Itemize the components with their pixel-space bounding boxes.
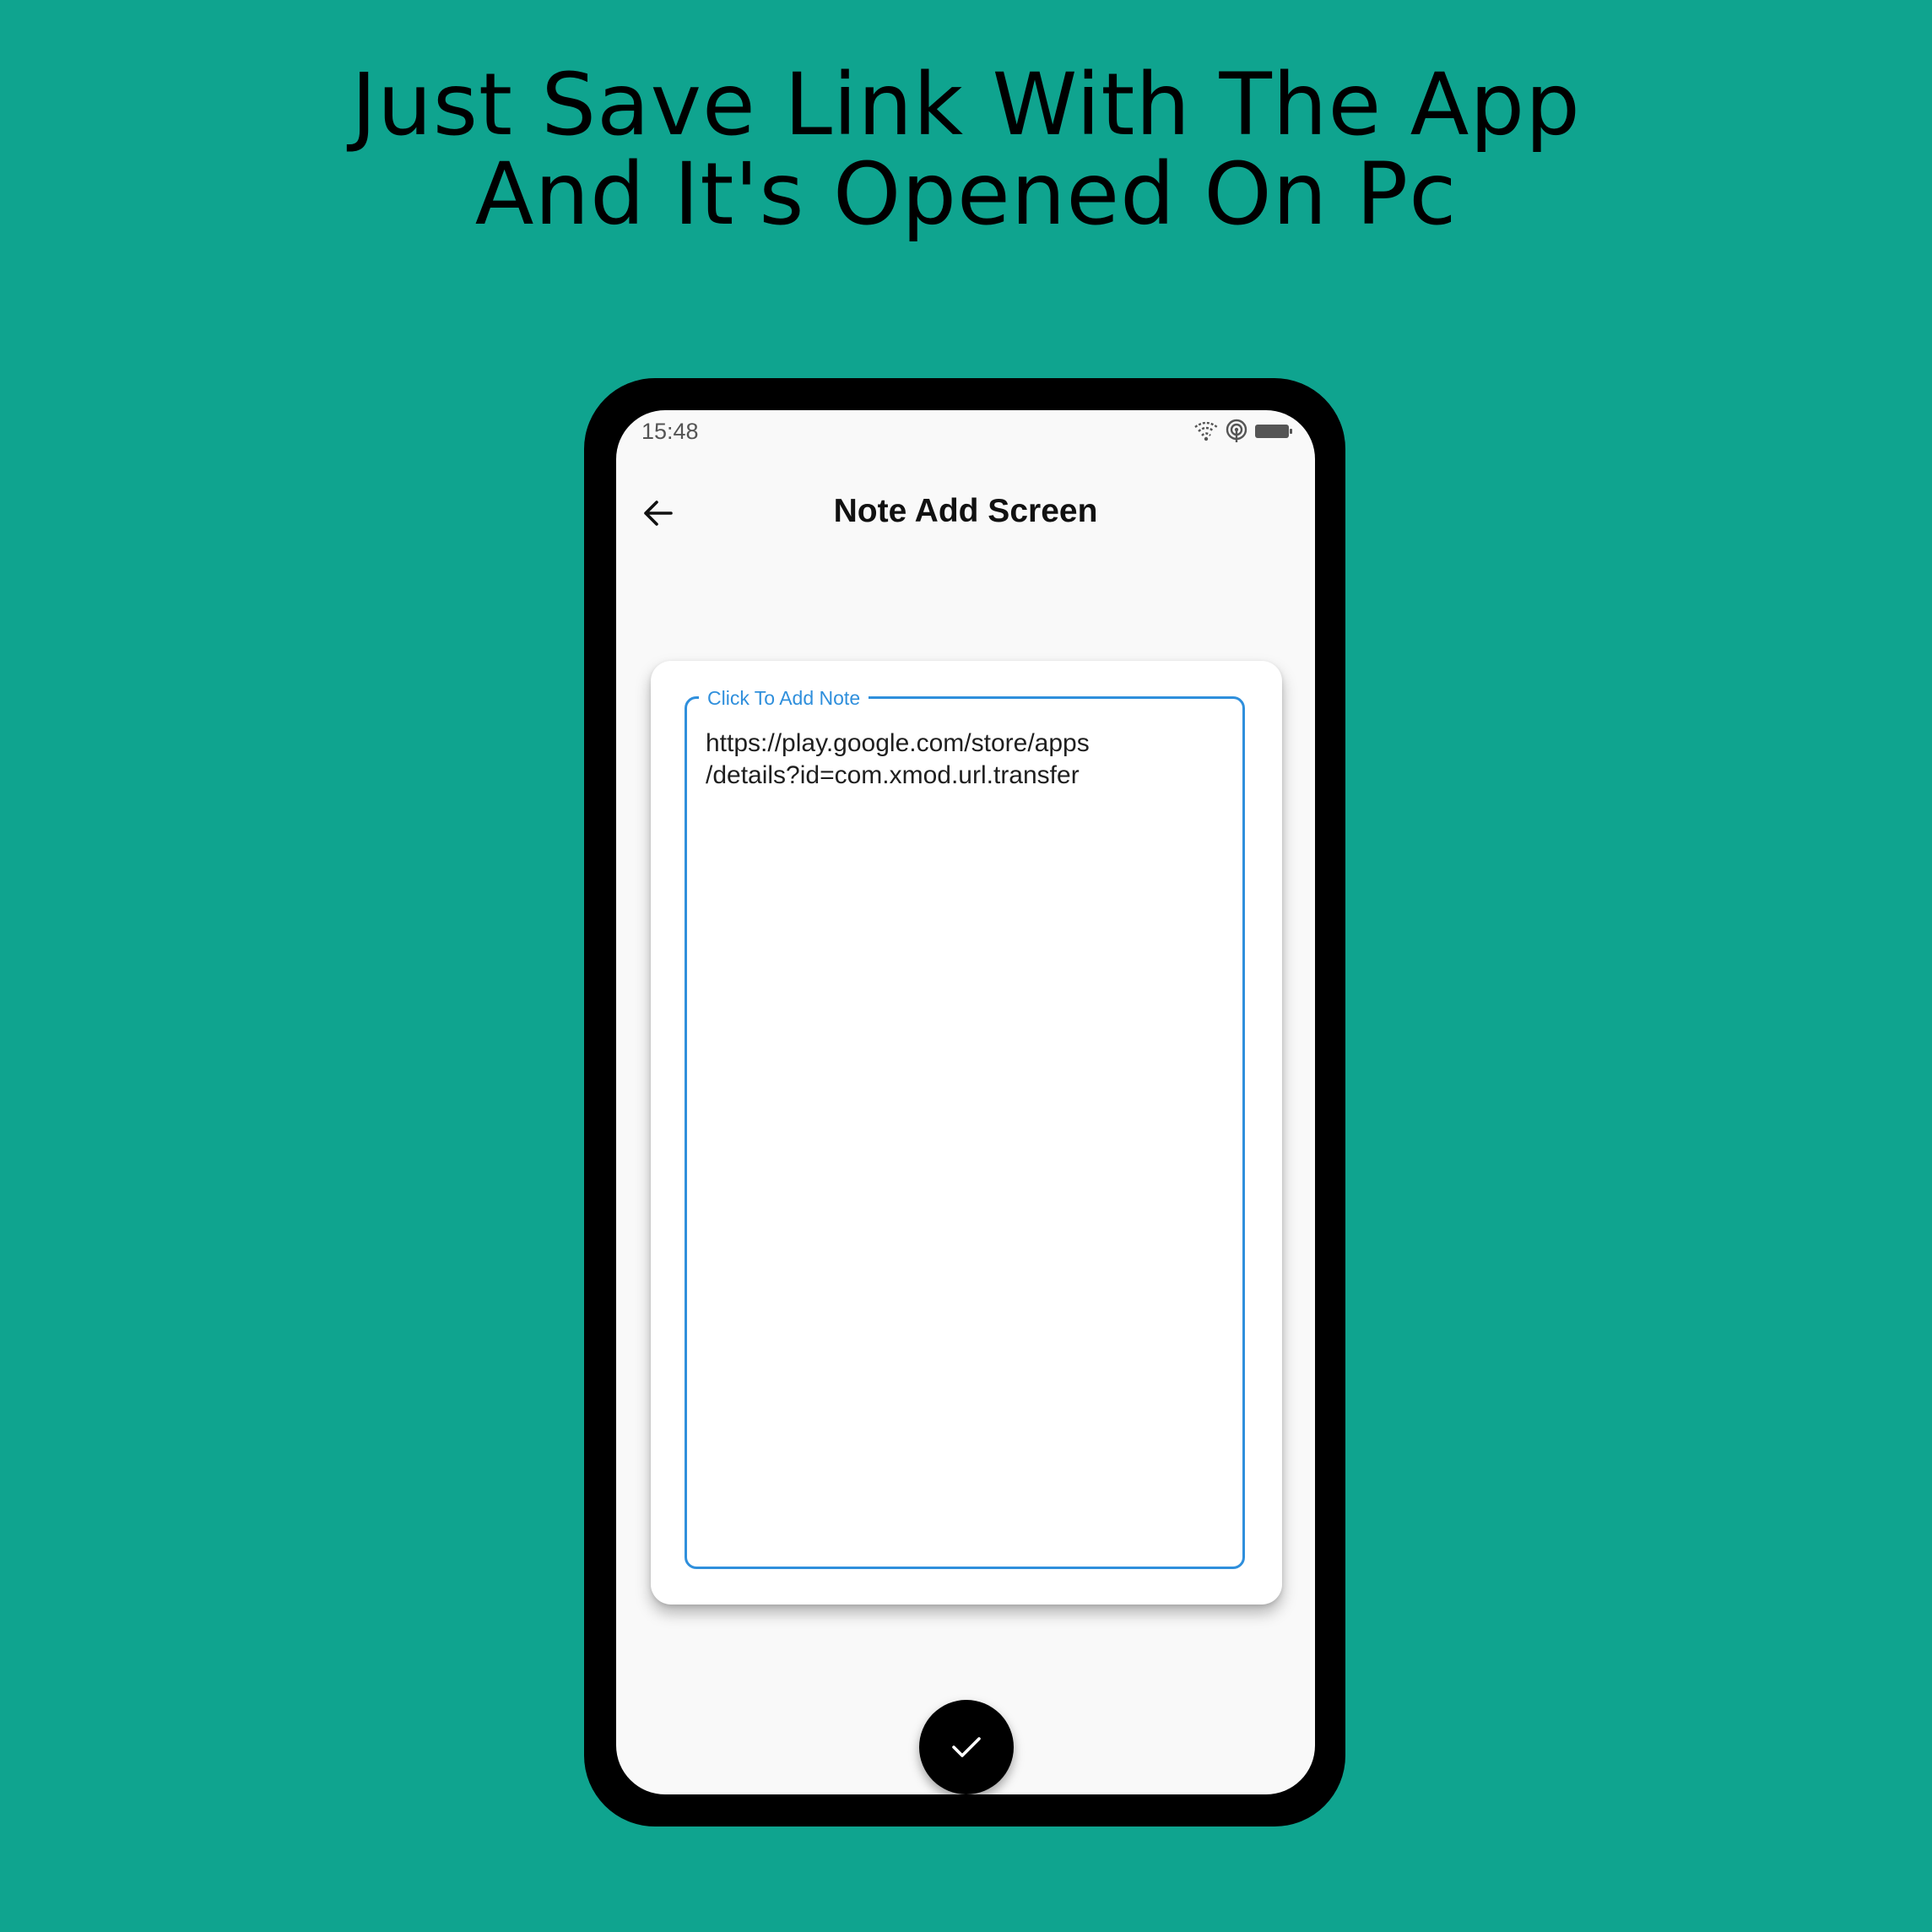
headline-line-1: Just Save Link With The App: [351, 55, 1581, 155]
note-textarea[interactable]: Click To Add Note https://play.google.co…: [685, 687, 1245, 1569]
note-value-line-1: https://play.google.com/store/apps: [706, 729, 1090, 757]
check-icon: [952, 1737, 981, 1757]
note-field-label: Click To Add Note: [699, 687, 869, 709]
battery-icon: [1254, 422, 1293, 441]
headline-line-2: And It's Opened On Pc: [474, 144, 1458, 245]
wifi-icon: [1193, 420, 1219, 442]
status-time: 15:48: [641, 419, 699, 444]
hotspot-icon: [1224, 419, 1249, 444]
status-bar: 15:48: [616, 410, 1315, 461]
app-bar: Note Add Screen: [616, 473, 1315, 554]
promo-headline: Just Save Link With The App And It's Ope…: [0, 61, 1932, 240]
page-title: Note Add Screen: [833, 493, 1098, 529]
note-card: Click To Add Note https://play.google.co…: [651, 661, 1282, 1605]
status-icons: [1193, 419, 1293, 444]
phone-screen: 15:48 Note Add Screen Click To Add Note …: [616, 410, 1315, 1794]
note-value-line-2: /details?id=com.xmod.url.transfer: [706, 761, 1080, 789]
note-field-value[interactable]: https://play.google.com/store/apps /deta…: [706, 728, 1178, 792]
phone-frame: 15:48 Note Add Screen Click To Add Note …: [584, 378, 1345, 1826]
save-note-button[interactable]: [919, 1700, 1014, 1794]
